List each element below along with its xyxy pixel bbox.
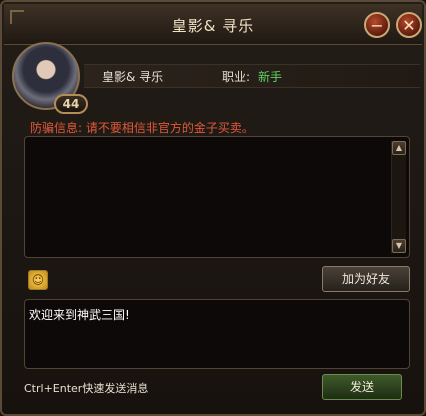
send-button[interactable]: 发送 — [322, 374, 402, 400]
arrow-down-icon: ▼ — [395, 241, 403, 250]
close-icon: ✕ — [402, 16, 416, 35]
job-value: 新手 — [258, 70, 283, 84]
scroll-down-button[interactable]: ▼ — [392, 239, 406, 253]
profile-info-bar: 皇影& 寻乐 职业: 新手 — [84, 64, 420, 88]
close-button[interactable]: ✕ — [396, 12, 422, 38]
arrow-up-icon: ▲ — [395, 143, 403, 152]
level-badge: 44 — [54, 94, 88, 114]
minimize-button[interactable]: − — [364, 12, 390, 38]
title-bar[interactable]: 皇影& 寻乐 − ✕ — [4, 4, 422, 45]
fraud-warning: 防骗信息: 请不要相信非官方的金子买卖。 — [30, 121, 254, 135]
window-title: 皇影& 寻乐 — [171, 17, 255, 35]
message-input[interactable]: 欢迎来到神武三国! — [24, 299, 410, 369]
emoji-button[interactable]: ☺ — [28, 270, 48, 290]
scrollbar[interactable]: ▲ ▼ — [391, 141, 406, 253]
player-name: 皇影& 寻乐 — [102, 70, 164, 84]
add-friend-button[interactable]: 加为好友 — [322, 266, 410, 292]
chat-window: 皇影& 寻乐 − ✕ 44 皇影& 寻乐 职业: 新手 防骗信息: 请不要相信非… — [0, 0, 426, 416]
job-label: 职业: — [222, 70, 251, 84]
scroll-up-button[interactable]: ▲ — [392, 141, 406, 155]
chat-history[interactable]: ▲ ▼ — [24, 136, 410, 258]
smiley-icon: ☺ — [31, 273, 45, 287]
minus-icon: − — [370, 16, 384, 35]
send-hint: Ctrl+Enter快速发送消息 — [24, 382, 149, 395]
message-input-text: 欢迎来到神武三国! — [29, 308, 130, 322]
